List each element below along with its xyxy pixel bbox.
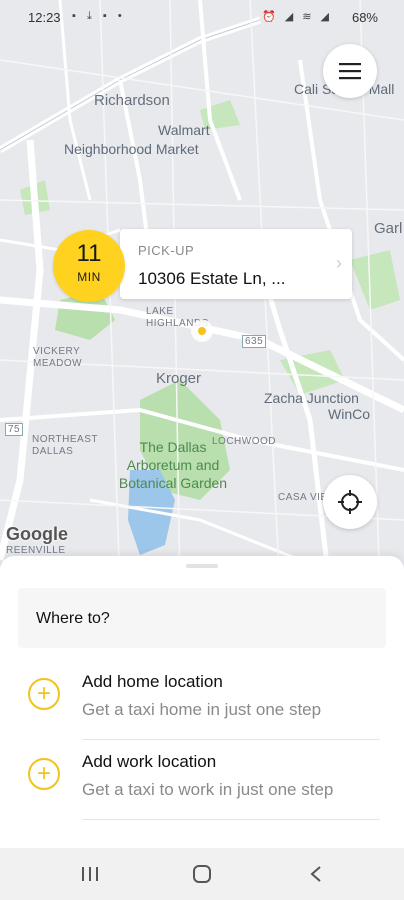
notification-icons: ▪ ⤓ ▪ • — [72, 10, 126, 22]
map-label-walmart: Walmart — [158, 122, 210, 138]
add-work-title: Add work location — [82, 752, 217, 771]
map-label-greenville: REENVILLE — [6, 545, 66, 556]
map-label-vickery-meadow: VICKERY MEADOW — [33, 346, 83, 369]
destination-search-input[interactable]: Where to? — [18, 588, 386, 648]
back-icon — [310, 866, 321, 882]
menu-button[interactable] — [323, 44, 377, 98]
map-label-garland: Garl — [374, 220, 403, 237]
status-time: 12:23 — [28, 10, 61, 25]
google-logo: Google — [6, 524, 68, 544]
system-nav-bar — [0, 848, 404, 900]
add-home-location-item[interactable]: + Add home location Get a taxi home in j… — [0, 660, 404, 740]
map-label-richardson: Richardson — [94, 92, 170, 109]
status-bar: 12:23 ▪ ⤓ ▪ • ⏰ ◢ ≋ ◢ 68% — [0, 0, 404, 36]
hamburger-icon — [339, 63, 361, 80]
add-home-title: Add home location — [82, 672, 223, 691]
highway-shield-635: 635 — [242, 335, 267, 348]
plus-circle-icon: + — [28, 758, 60, 790]
locate-me-button[interactable] — [323, 475, 377, 529]
map-label-casa-view: CASA VIE — [278, 492, 328, 503]
add-work-subtitle: Get a taxi to work in just one step — [82, 780, 334, 799]
chevron-right-icon: › — [336, 253, 342, 273]
home-button[interactable] — [182, 860, 222, 888]
plus-circle-icon: + — [28, 678, 60, 710]
recents-icon — [82, 867, 98, 881]
back-button[interactable] — [296, 860, 336, 888]
battery-level: 68% — [351, 10, 378, 25]
sheet-drag-handle[interactable] — [186, 564, 218, 568]
add-work-location-item[interactable]: + Add work location Get a taxi to work i… — [0, 740, 404, 820]
crosshair-icon — [338, 490, 362, 514]
eta-unit: MIN — [77, 270, 101, 284]
map-label-neighborhood-market: Neighborhood Market — [64, 141, 199, 157]
divider — [82, 819, 380, 820]
system-icons: ⏰ ◢ ≋ ◢ — [261, 11, 332, 23]
highway-shield-75: 75 — [5, 423, 24, 436]
map-label-kroger: Kroger — [156, 370, 202, 387]
map-label-winco: WinCo — [328, 406, 371, 422]
recents-button[interactable] — [70, 860, 110, 888]
add-home-subtitle: Get a taxi home in just one step — [82, 700, 322, 719]
home-icon — [193, 865, 211, 883]
pickup-address: 10306 Estate Ln, ... — [138, 269, 286, 288]
destination-search-placeholder: Where to? — [36, 610, 110, 627]
pickup-card[interactable]: PICK-UP 10306 Estate Ln, ... › — [120, 229, 352, 299]
eta-badge: 11 MIN — [53, 230, 125, 302]
map-label-dallas-arboretum: The Dallas Arboretum and Botanical Garde… — [118, 439, 228, 491]
current-location-dot — [191, 320, 213, 342]
bottom-sheet: Where to? + Add home location Get a taxi… — [0, 556, 404, 848]
eta-value: 11 — [76, 240, 102, 267]
pickup-label: PICK-UP — [138, 243, 195, 258]
map-label-zacha-junction: Zacha Junction — [264, 390, 359, 406]
map-label-northeast-dallas: NORTHEAST DALLAS — [32, 434, 98, 457]
